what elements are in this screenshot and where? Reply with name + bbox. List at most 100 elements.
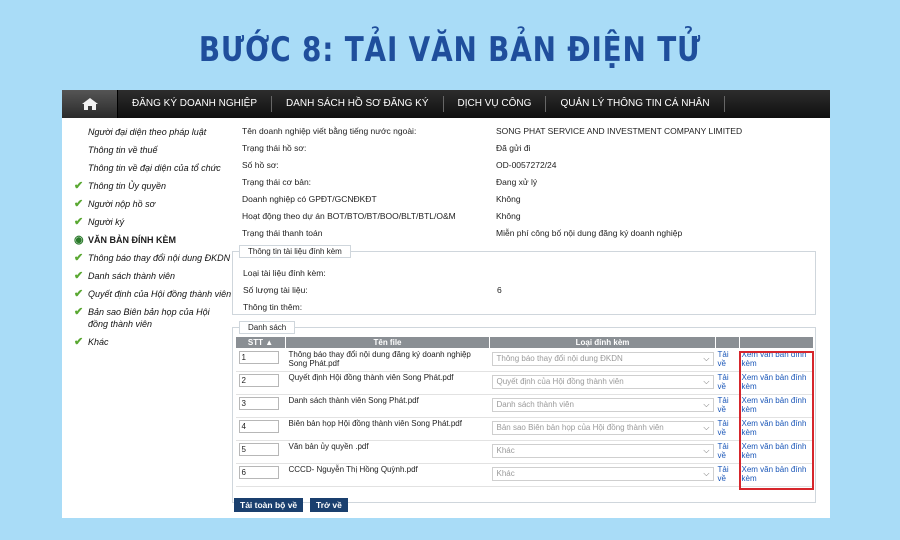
info-value: Không <box>496 210 521 221</box>
stt-cell: 4 <box>235 417 286 441</box>
file-cell: Quyết định Hội đồng thành viên Song Phát… <box>285 371 490 395</box>
info-row: Thông tin thêm: <box>233 298 815 315</box>
attachment-type-select[interactable]: Thông báo thay đổi nội dung ĐKDN ⌵ <box>491 352 714 366</box>
file-name: Danh sách thành viên Song Phát.pdf <box>288 396 419 405</box>
attachment-type-select[interactable]: Quyết định của Hội đồng thành viên ⌵ <box>491 375 714 389</box>
sidebar-item-label: Người đại diện theo pháp luật <box>88 127 207 137</box>
download-link[interactable]: Tải về <box>716 464 740 484</box>
file-cell: Biên bản họp Hội đồng thành viên Song Ph… <box>285 417 490 441</box>
attachment-type-select[interactable]: Bản sao Biên bản họp của Hội đồng thành … <box>491 421 714 435</box>
nav-dang-ky-doanh-nghiep[interactable]: ĐĂNG KÝ DOANH NGHIỆP <box>118 96 273 112</box>
sidebar-item-label: Người ký <box>88 217 125 227</box>
stt-input[interactable]: 4 <box>238 420 279 433</box>
sidebar-item[interactable]: ◉ VĂN BẢN ĐÍNH KÈM <box>74 231 232 249</box>
sidebar-item[interactable]: ✔ Thông báo thay đổi nội dung ĐKDN <box>74 249 232 267</box>
info-value: Đang xử lý <box>496 176 538 187</box>
stt-cell: 1 <box>235 348 286 372</box>
table-row: 2 Quyết định Hội đồng thành viên Song Phá… <box>235 371 814 395</box>
sidebar-item-label: Thông tin về thuế <box>88 145 158 155</box>
info-value: SONG PHAT SERVICE AND INVESTMENT COMPANY… <box>496 125 743 136</box>
file-table: STT ▲ Tên file Loại đính kèm 1 Thông báo … <box>235 336 814 487</box>
info-label: Số lượng tài liệu: <box>243 284 308 295</box>
download-link[interactable]: Tải về <box>716 395 740 415</box>
download-link[interactable]: Tải về <box>716 441 740 461</box>
sidebar-item[interactable]: Người đại diện theo pháp luật <box>74 123 232 141</box>
select-value: Bản sao Biên bản họp của Hội đồng thành … <box>496 423 664 432</box>
stt-cell: 3 <box>235 394 286 418</box>
download-link[interactable]: Tải về <box>716 349 740 369</box>
sidebar-item[interactable]: ✔ Người nộp hồ sơ <box>74 195 232 213</box>
sidebar-item[interactable]: Thông tin về thuế <box>74 141 232 159</box>
info-row: Tên doanh nghiệp viết bằng tiếng nước ng… <box>232 122 816 139</box>
col-header-blank <box>739 336 814 349</box>
type-cell: Khác ⌵ <box>489 463 716 487</box>
info-label: Loại tài liệu đính kèm: <box>243 267 326 278</box>
sidebar-item[interactable]: ✔ Bản sao Biên bản họp của Hội đồng thành… <box>74 303 232 333</box>
chevron-down-icon: ⌵ <box>703 354 710 363</box>
download-link[interactable]: Tải về <box>716 372 740 392</box>
download-cell: Tải về <box>715 440 740 464</box>
nav-quan-ly-thong-tin[interactable]: QUẢN LÝ THÔNG TIN CÁ NHÂN <box>546 96 725 112</box>
file-name: Biên bản họp Hội đồng thành viên Song Ph… <box>288 419 462 428</box>
download-cell: Tải về <box>715 463 740 487</box>
sidebar-item[interactable]: ✔ Khác <box>74 333 232 351</box>
sidebar-item-label: Bản sao Biên bản họp của Hội đồng thành … <box>88 307 210 329</box>
file-name: Văn bản ủy quyền .pdf <box>288 442 369 451</box>
home-button[interactable] <box>62 90 118 118</box>
file-cell: Thông báo thay đổi nội dung đăng ký doan… <box>285 348 490 372</box>
nav-danh-sach-ho-so[interactable]: DANH SÁCH HỒ SƠ ĐĂNG KÝ <box>272 96 444 112</box>
sidebar-item[interactable]: Thông tin về đại diện của tổ chức <box>74 159 232 177</box>
sidebar-item[interactable]: ✔ Quyết định của Hội đồng thành viên <box>74 285 232 303</box>
sidebar-item-label: Quyết định của Hội đồng thành viên <box>88 289 232 299</box>
attachment-type-select[interactable]: Danh sách thành viên ⌵ <box>491 398 714 412</box>
download-all-button[interactable]: Tải toàn bộ về <box>234 498 304 512</box>
chevron-down-icon: ⌵ <box>703 400 710 409</box>
download-cell: Tải về <box>715 394 740 418</box>
download-cell: Tải về <box>715 417 740 441</box>
sidebar-item[interactable]: ✔ Thông tin Ủy quyền <box>74 177 232 195</box>
stt-input[interactable]: 6 <box>238 466 279 479</box>
chevron-down-icon: ⌵ <box>703 377 710 386</box>
info-value: Đã gửi đi <box>496 142 531 153</box>
sidebar-item[interactable]: ✔ Người ký <box>74 213 232 231</box>
top-navbar: ĐĂNG KÝ DOANH NGHIỆP DANH SÁCH HỒ SƠ ĐĂN… <box>62 90 830 118</box>
info-row: Loại tài liệu đính kèm: <box>233 264 815 281</box>
type-cell: Danh sách thành viên ⌵ <box>489 394 716 418</box>
section-legend: Danh sách <box>239 321 296 334</box>
info-label: Trạng thái hồ sơ: <box>242 142 307 153</box>
type-cell: Bản sao Biên bản họp của Hội đồng thành … <box>489 417 716 441</box>
sidebar-item[interactable]: ✔ Danh sách thành viên <box>74 267 232 285</box>
info-value: Miễn phí công bố nội dung đăng ký doanh … <box>496 227 683 238</box>
select-value: Quyết định của Hội đồng thành viên <box>496 377 624 386</box>
download-link[interactable]: Tải về <box>716 418 740 438</box>
home-icon <box>81 98 98 110</box>
col-header-type: Loại đính kèm <box>489 336 716 349</box>
nav-dich-vu-cong[interactable]: DỊCH VỤ CÔNG <box>444 96 547 112</box>
info-label: Trạng thái cơ bản: <box>242 176 312 187</box>
stt-cell: 6 <box>235 463 286 487</box>
stt-input[interactable]: 3 <box>238 397 279 410</box>
attachment-type-select[interactable]: Khác ⌵ <box>491 444 714 458</box>
check-icon: ✔ <box>74 198 84 210</box>
info-row: Trạng thái cơ bản: Đang xử lý <box>232 173 816 190</box>
back-button[interactable]: Trở về <box>310 498 348 512</box>
info-label: Hoạt động theo dự án BOT/BTO/BT/BOO/BLT/… <box>242 210 456 221</box>
info-label: Số hồ sơ: <box>242 159 279 170</box>
file-list-section: Danh sách STT ▲ Tên file Loại đính kèm 1… <box>232 321 816 503</box>
select-value: Khác <box>496 446 515 455</box>
stt-input[interactable]: 2 <box>238 374 279 387</box>
sidebar-item-label: Thông tin về đại diện của tổ chức <box>88 163 221 173</box>
stt-input[interactable]: 1 <box>238 351 279 364</box>
check-icon: ✔ <box>74 270 84 282</box>
sidebar-item-label: Người nộp hồ sơ <box>88 199 156 209</box>
attachment-type-select[interactable]: Khác ⌵ <box>491 467 714 481</box>
stt-input[interactable]: 5 <box>238 443 279 456</box>
table-row: 3 Danh sách thành viên Song Phát.pdf Danh … <box>235 394 814 418</box>
col-header-stt[interactable]: STT ▲ <box>235 336 286 349</box>
sidebar: Người đại diện theo pháp luật Thông tin v… <box>74 123 232 351</box>
section-legend: Thông tin tài liệu đính kèm <box>239 245 351 258</box>
col-header-file: Tên file <box>285 336 490 349</box>
file-cell: Danh sách thành viên Song Phát.pdf <box>285 394 490 418</box>
type-cell: Quyết định của Hội đồng thành viên ⌵ <box>489 371 716 395</box>
file-name: Quyết định Hội đồng thành viên Song Phát… <box>288 373 454 382</box>
